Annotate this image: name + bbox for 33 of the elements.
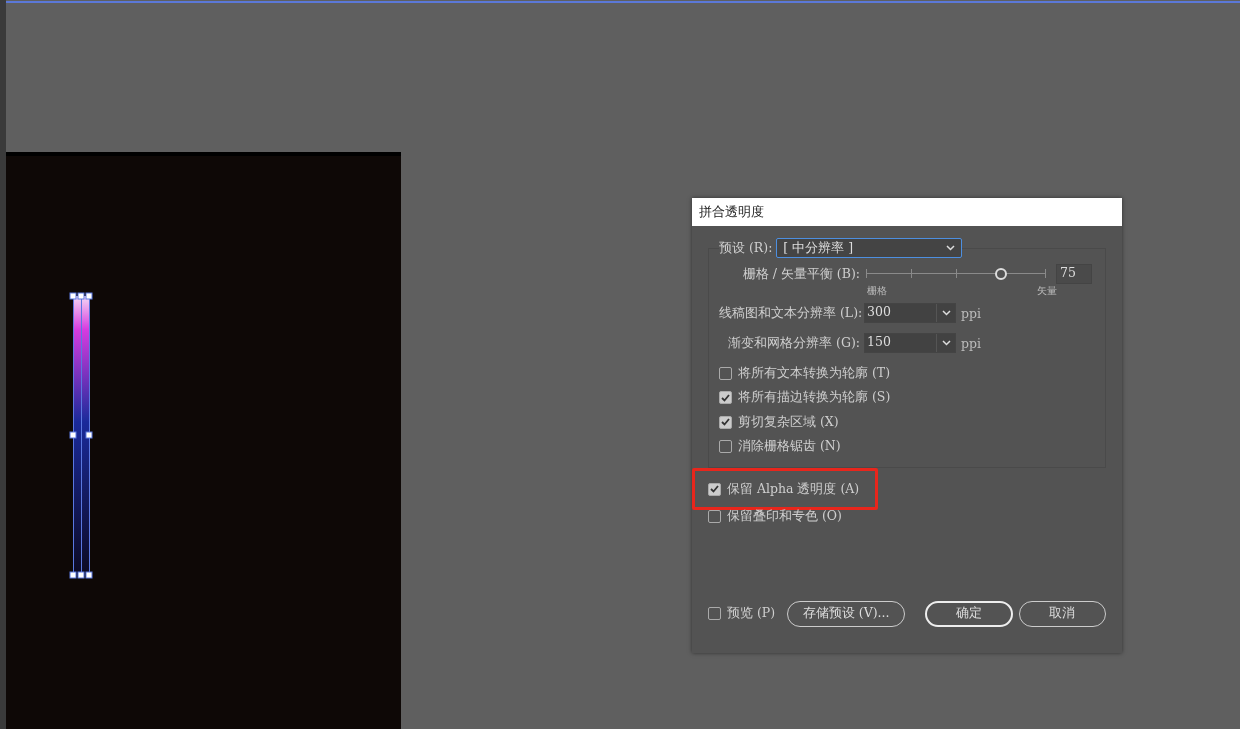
checkbox[interactable] [708, 607, 721, 620]
caret-icon [941, 310, 951, 316]
preset-label: 预设 (R): [719, 239, 773, 257]
balance-value-field[interactable]: 75 [1056, 264, 1092, 284]
preview-label: 预览 (P) [727, 605, 776, 622]
unit-label: ppi [961, 305, 981, 321]
caret-icon [946, 245, 956, 251]
slider-min-label: 栅格 [867, 284, 887, 298]
unit-label: ppi [961, 335, 981, 351]
option-label: 将所有描边转换为轮廓 (S) [738, 389, 891, 407]
preset-dropdown[interactable]: [ 中分辨率 ] [776, 238, 963, 258]
slider-max-label: 矢量 [1037, 284, 1057, 298]
balance-slider[interactable] [866, 268, 1046, 280]
slider-thumb[interactable] [995, 268, 1007, 280]
checkbox[interactable] [719, 366, 732, 380]
checkbox[interactable] [719, 391, 732, 405]
option-label: 保留叠印和专色 (O) [727, 507, 842, 525]
resolution-combo[interactable]: 300 [864, 303, 956, 323]
resolution-label: 线稿图和文本分辨率 (L): [719, 304, 860, 322]
checkbox[interactable] [719, 440, 732, 454]
balance-label: 栅格 / 矢量平衡 (B): [741, 265, 860, 283]
checkbox[interactable] [708, 482, 721, 496]
caret-icon [941, 340, 951, 346]
checkbox[interactable] [708, 509, 721, 523]
option-label: 保留 Alpha 透明度 (A) [727, 480, 860, 498]
resolution-combo[interactable]: 150 [864, 333, 956, 353]
option-label: 消除栅格锯齿 (N) [738, 438, 841, 456]
dialog-button[interactable]: 确定 [925, 600, 1013, 627]
option-label: 剪切复杂区域 (X) [738, 413, 839, 431]
dialog-title: 拼合透明度 [692, 198, 1122, 226]
checkbox[interactable] [719, 415, 732, 429]
option-label: 将所有文本转换为轮廓 (T) [738, 364, 891, 382]
resolution-label: 渐变和网格分辨率 (G): [727, 334, 860, 352]
